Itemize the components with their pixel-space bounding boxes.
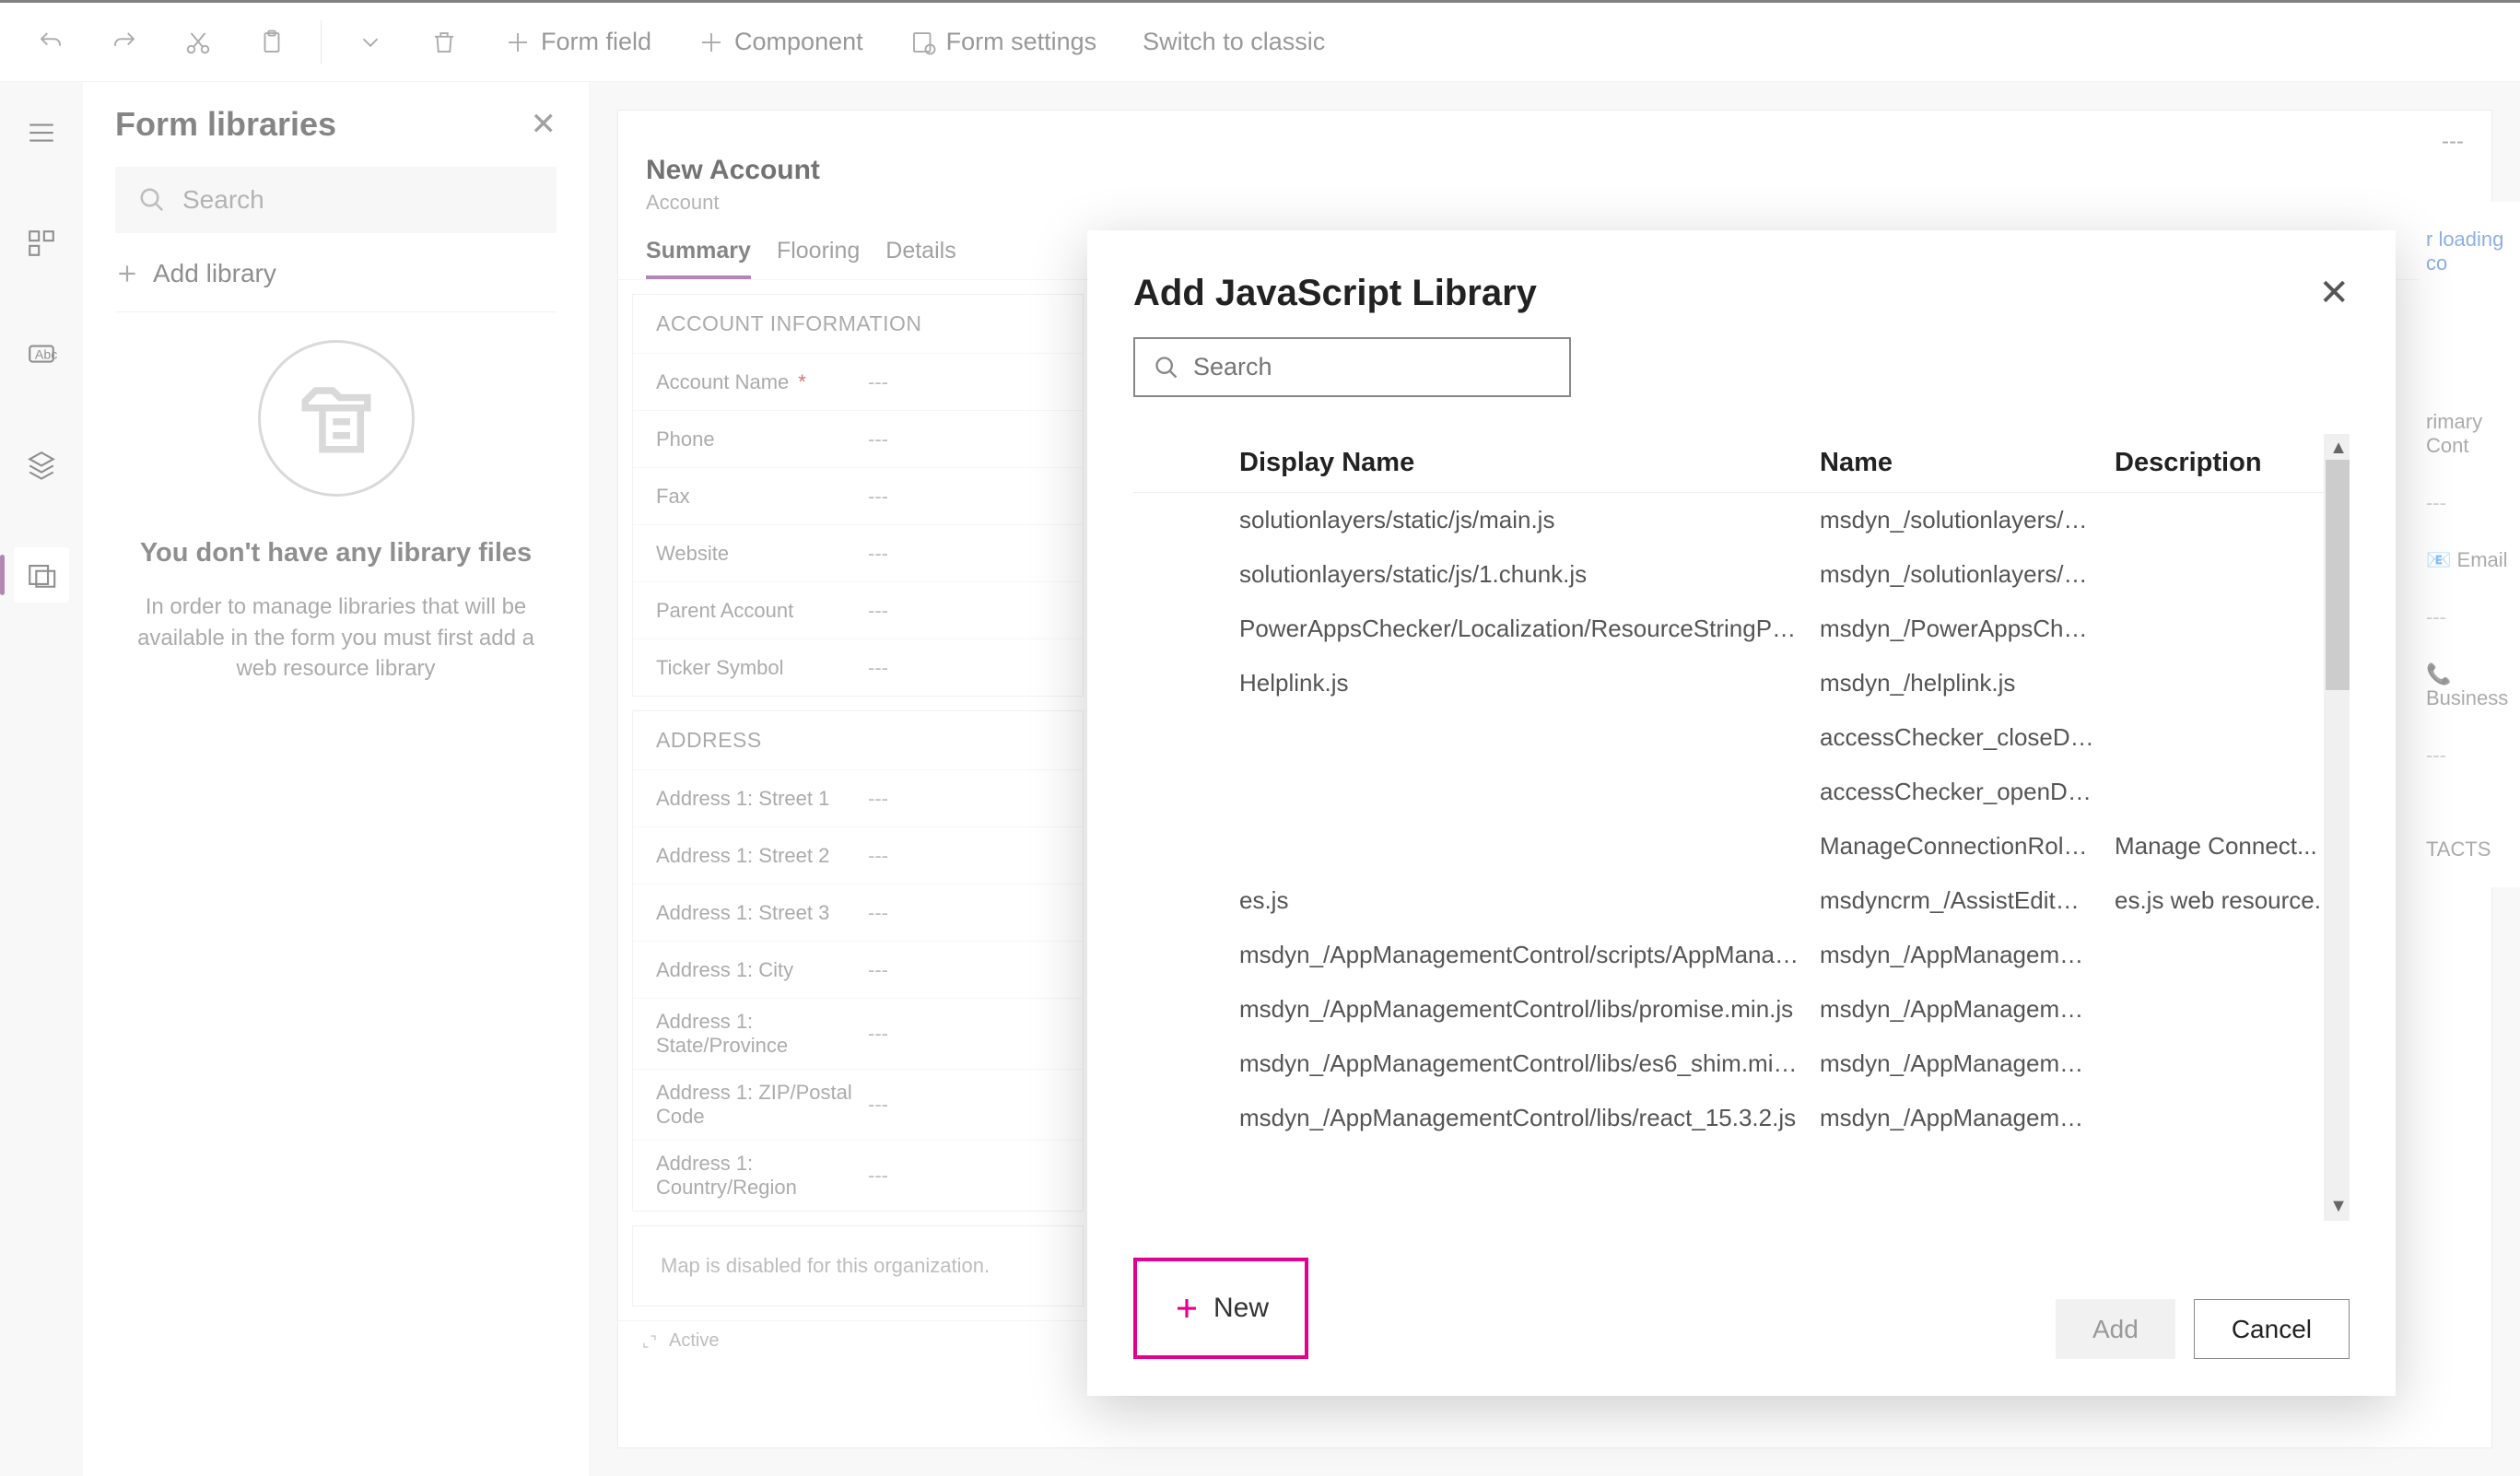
table-row[interactable]: msdyn_/AppManagementControl/libs/react_1… [1133,1091,2350,1145]
add-button[interactable]: Add [2056,1299,2175,1359]
library-table: Display Name Name Description solutionla… [1133,434,2350,1221]
table-row[interactable]: solutionlayers/static/js/1.chunk.jsmsdyn… [1133,547,2350,602]
library-dialog-search[interactable] [1133,337,1571,397]
cell-display-name: msdyn_/AppManagementControl/libs/es6_shi… [1239,1049,1820,1078]
plus-icon [1173,1294,1201,1322]
cell-display-name: solutionlayers/static/js/1.chunk.js [1239,560,1820,589]
library-dialog-search-input[interactable] [1193,353,1551,381]
cell-description [2115,1049,2350,1078]
cell-name: msdyn_/solutionlayers/st... [1820,560,2115,589]
cell-display-name: PowerAppsChecker/Localization/ResourceSt… [1239,615,1820,643]
cell-description: Manage Connect... [2115,832,2350,861]
table-row[interactable]: ManageConnectionRoles...Manage Connect..… [1133,819,2350,873]
cell-display-name: solutionlayers/static/js/main.js [1239,506,1820,534]
cell-description [2115,723,2350,752]
new-label: New [1213,1293,1269,1324]
cell-description [2115,778,2350,806]
cell-description [2115,560,2350,589]
cell-name: msdyn_/AppManagemen... [1820,941,2115,969]
cell-display-name: msdyn_/AppManagementControl/libs/promise… [1239,995,1820,1024]
table-row[interactable]: msdyn_/AppManagementControl/scripts/AppM… [1133,928,2350,982]
cell-name: accessChecker_closeDial... [1820,723,2115,752]
add-js-library-dialog: Add JavaScript Library ✕ Display Name Na… [1087,230,2396,1396]
cell-name: msdyn_/AppManagemen... [1820,1049,2115,1078]
table-row[interactable]: es.jsmsdyncrm_/AssistEditCo...es.js web … [1133,873,2350,928]
vertical-scrollbar[interactable]: ▲ ▼ [2324,434,2350,1221]
search-icon [1154,355,1179,381]
table-row[interactable]: msdyn_/AppManagementControl/libs/es6_shi… [1133,1037,2350,1091]
table-row[interactable]: Helplink.jsmsdyn_/helplink.js [1133,656,2350,710]
table-row[interactable]: PowerAppsChecker/Localization/ResourceSt… [1133,602,2350,656]
cell-display-name [1239,832,1820,861]
cell-display-name: es.js [1239,886,1820,915]
cell-display-name: msdyn_/AppManagementControl/libs/react_1… [1239,1104,1820,1132]
cell-description: es.js web resource. [2115,886,2350,915]
table-row[interactable]: solutionlayers/static/js/main.jsmsdyn_/s… [1133,493,2350,547]
cell-description [2115,941,2350,969]
cell-description [2115,1104,2350,1132]
table-row[interactable]: msdyn_/AppManagementControl/libs/promise… [1133,982,2350,1037]
cell-name: msdyn_/AppManagemen... [1820,995,2115,1024]
column-description[interactable]: Description [2115,448,2350,478]
scroll-down-icon[interactable]: ▼ [2329,1196,2348,1217]
column-display-name[interactable]: Display Name [1239,448,1820,478]
cell-name: accessChecker_openDial... [1820,778,2115,806]
cell-name: msdyn_/solutionlayers/st... [1820,506,2115,534]
cell-description [2115,506,2350,534]
dialog-title: Add JavaScript Library [1133,273,1537,314]
cell-display-name [1239,723,1820,752]
new-library-button[interactable]: New [1133,1258,1308,1359]
cell-name: msdyn_/AppManagemen... [1820,1104,2115,1132]
cell-name: ManageConnectionRoles... [1820,832,2115,861]
cell-description [2115,615,2350,643]
cell-description [2115,669,2350,697]
close-icon[interactable]: ✕ [2318,272,2350,314]
cell-display-name: msdyn_/AppManagementControl/scripts/AppM… [1239,941,1820,969]
cell-display-name [1239,778,1820,806]
table-row[interactable]: accessChecker_closeDial... [1133,710,2350,765]
cell-name: msdyn_/PowerAppsChec... [1820,615,2115,643]
cell-display-name: Helplink.js [1239,669,1820,697]
cell-name: msdyn_/helplink.js [1820,669,2115,697]
cell-description [2115,995,2350,1024]
scroll-thumb[interactable] [2326,460,2350,690]
column-name[interactable]: Name [1820,448,2115,478]
cancel-button[interactable]: Cancel [2194,1299,2350,1359]
table-row[interactable]: accessChecker_openDial... [1133,765,2350,819]
cell-name: msdyncrm_/AssistEditCo... [1820,886,2115,915]
scroll-up-icon[interactable]: ▲ [2329,438,2348,459]
